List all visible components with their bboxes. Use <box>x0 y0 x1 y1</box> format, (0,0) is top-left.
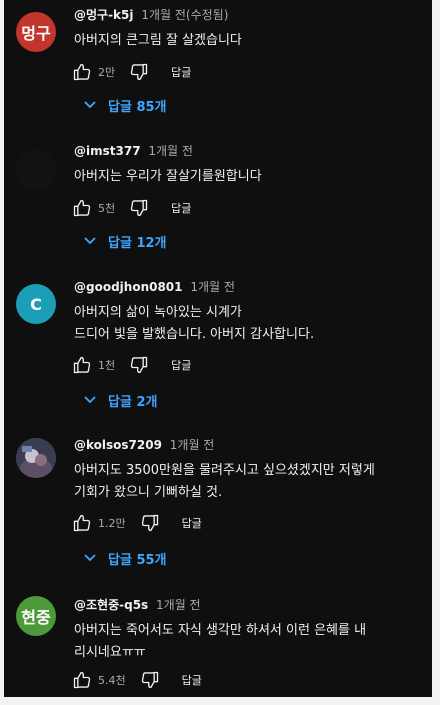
author-name[interactable]: @imst377 <box>74 144 141 158</box>
comment-text: 아버지도 3500만원을 물려주시고 싶으셨겠지만 저렇게 기회가 왔으니 기뻐… <box>74 460 429 504</box>
replies-count-label: 답글 12개 <box>108 235 167 251</box>
view-replies-button[interactable]: 답글 85개 <box>84 94 167 116</box>
comment-line: 기회가 왔으니 기뻐하실 것. <box>74 485 223 500</box>
author-name[interactable]: @goodjhon0801 <box>74 280 183 294</box>
comment-time[interactable]: 1개월 전 <box>170 438 215 452</box>
comment-time[interactable]: 1개월 전(수정됨) <box>141 8 228 22</box>
reply-button[interactable]: 답글 <box>182 672 202 688</box>
comment-actions: 1천 답글 <box>72 354 191 376</box>
avatar[interactable]: C <box>16 284 56 324</box>
comment-line: 아버지의 큰그림 잘 살겠습니다 <box>74 33 242 48</box>
replies-count-label: 답글 55개 <box>108 552 167 568</box>
thumbs-down-icon[interactable] <box>129 62 149 82</box>
comment-actions: 5천 답글 <box>72 197 191 219</box>
comment-header: @조현중-q5s 1개월 전 <box>74 596 201 613</box>
author-name[interactable]: @조현중-q5s <box>74 598 148 612</box>
replies-count-label: 답글 85개 <box>108 99 167 115</box>
comment-actions: 1.2만 답글 <box>72 512 202 534</box>
chevron-down-icon <box>84 396 96 404</box>
comment-time[interactable]: 1개월 전 <box>190 280 235 294</box>
reply-button[interactable]: 답글 <box>171 200 191 216</box>
comment-time[interactable]: 1개월 전 <box>156 598 201 612</box>
thumbs-down-icon[interactable] <box>129 198 149 218</box>
author-name[interactable]: @kolsos7209 <box>74 438 162 452</box>
comment-actions: 5.4천 답글 <box>72 669 202 691</box>
comment-header: @멍구-k5j 1개월 전(수정됨) <box>74 6 228 23</box>
reply-button[interactable]: 답글 <box>171 357 191 373</box>
like-count: 5천 <box>98 202 116 215</box>
view-replies-button[interactable]: 답글 55개 <box>84 547 167 569</box>
thumbs-up-icon[interactable] <box>72 62 92 82</box>
reply-button[interactable]: 답글 <box>182 515 202 531</box>
comment-text: 아버지의 큰그림 잘 살겠습니다 <box>74 30 429 52</box>
view-replies-button[interactable]: 답글 2개 <box>84 389 157 411</box>
author-name[interactable]: @멍구-k5j <box>74 8 134 22</box>
comment-line: 아버지도 3500만원을 물려주시고 싶으셨겠지만 저렇게 <box>74 463 375 478</box>
avatar[interactable] <box>16 438 56 478</box>
comment-line: 드디어 빛을 발했습니다. 아버지 감사합니다. <box>74 327 315 342</box>
comment-line: 아버지는 죽어서도 자식 생각만 하셔서 이런 은혜를 내 <box>74 623 367 638</box>
avatar-image <box>16 438 56 478</box>
like-count: 5.4천 <box>98 674 126 687</box>
thumbs-up-icon[interactable] <box>72 513 92 533</box>
thumbs-down-icon[interactable] <box>140 670 160 690</box>
comment-text: 아버지는 우리가 잘살기를원합니다 <box>74 166 429 188</box>
thumbs-down-icon[interactable] <box>140 513 160 533</box>
thumbs-up-icon[interactable] <box>72 355 92 375</box>
like-count: 2만 <box>98 66 116 79</box>
comments-panel: 멍구 @멍구-k5j 1개월 전(수정됨) 아버지의 큰그림 잘 살겠습니다 2… <box>4 0 432 697</box>
comment-header: @imst377 1개월 전 <box>74 142 193 159</box>
avatar[interactable]: 현중 <box>16 596 56 636</box>
chevron-down-icon <box>84 237 96 245</box>
view-replies-button[interactable]: 답글 12개 <box>84 230 167 252</box>
thumbs-up-icon[interactable] <box>72 670 92 690</box>
thumbs-down-icon[interactable] <box>129 355 149 375</box>
comment-text: 아버지의 삶이 녹아있는 시계가 드디어 빛을 발했습니다. 아버지 감사합니다… <box>74 302 429 346</box>
comment-header: @goodjhon0801 1개월 전 <box>74 278 235 295</box>
thumbs-up-icon[interactable] <box>72 198 92 218</box>
chevron-down-icon <box>84 554 96 562</box>
comment-line: 아버지의 삶이 녹아있는 시계가 <box>74 305 242 320</box>
like-count: 1.2만 <box>98 517 126 530</box>
comment-actions: 2만 답글 <box>72 61 191 83</box>
avatar[interactable]: 멍구 <box>16 12 56 52</box>
chevron-down-icon <box>84 101 96 109</box>
reply-button[interactable]: 답글 <box>171 64 191 80</box>
comment-time[interactable]: 1개월 전 <box>148 144 193 158</box>
comment-text: 아버지는 죽어서도 자식 생각만 하셔서 이런 은혜를 내 리시네요ㅠㅠ <box>74 620 429 664</box>
comment-header: @kolsos7209 1개월 전 <box>74 436 214 453</box>
comment-line: 아버지는 우리가 잘살기를원합니다 <box>74 169 262 184</box>
like-count: 1천 <box>98 359 116 372</box>
comment-line: 리시네요ㅠㅠ <box>74 645 146 660</box>
avatar[interactable] <box>16 150 56 190</box>
replies-count-label: 답글 2개 <box>108 394 158 410</box>
